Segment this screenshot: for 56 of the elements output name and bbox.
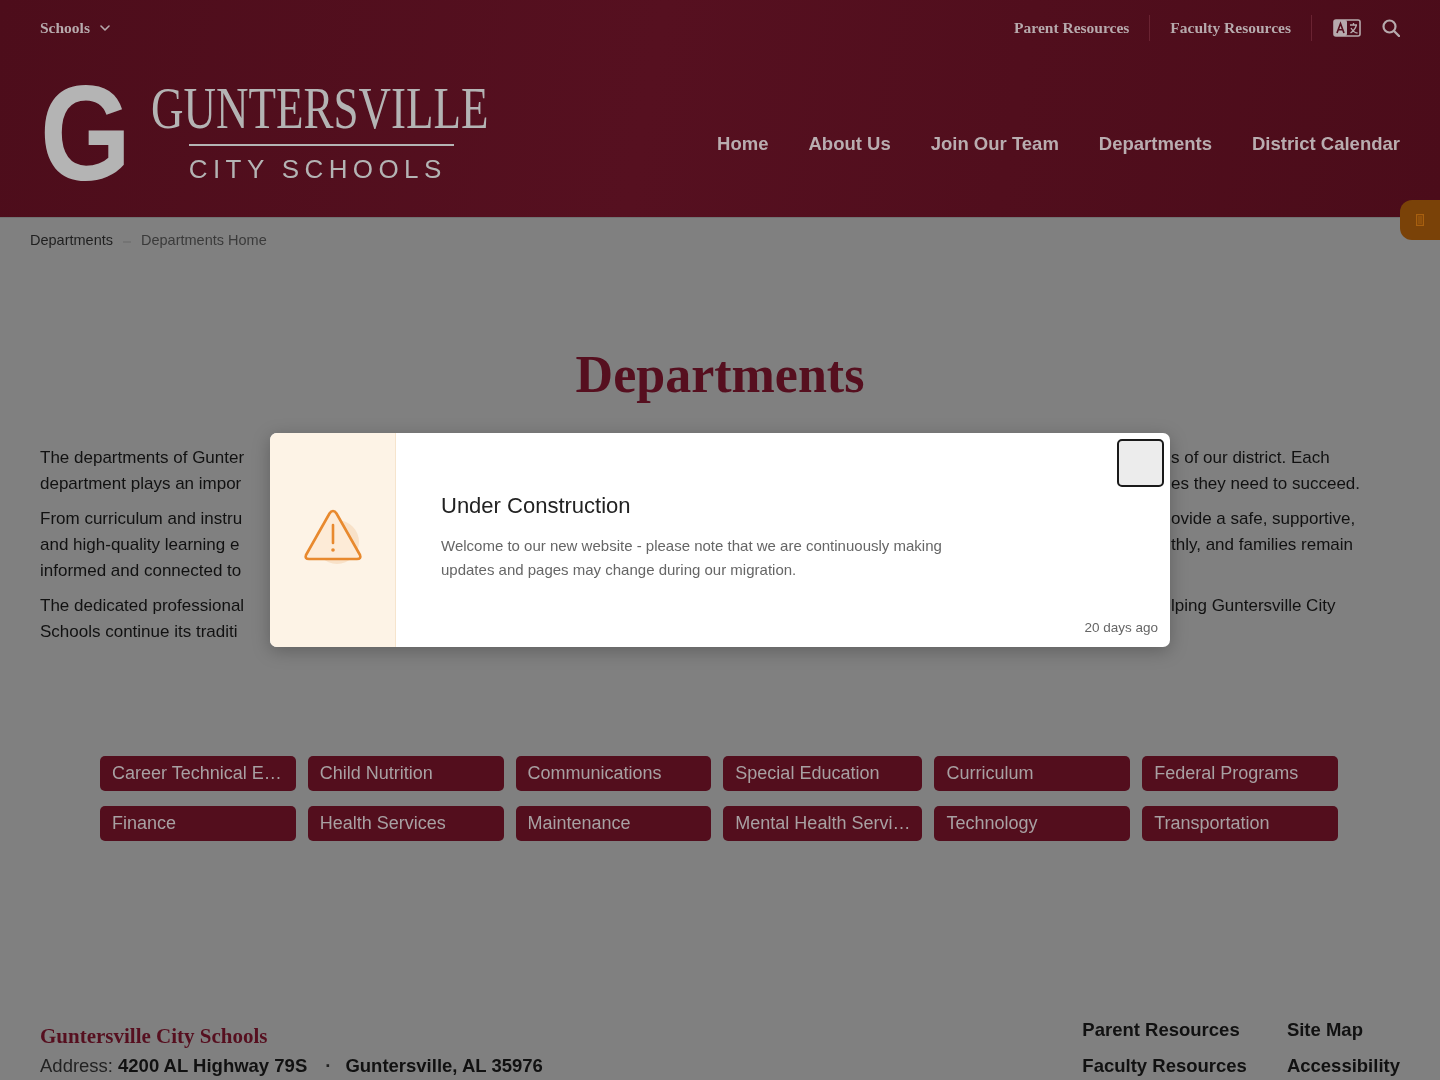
department-button[interactable]: Maintenance [515,806,712,841]
paragraph-text: From curriculum and instru [40,508,243,530]
address-street: 4200 AL Highway 79S [118,1054,308,1078]
footer-link[interactable]: Faculty Resources [1082,1053,1247,1079]
department-button[interactable]: Federal Programs [1142,756,1338,791]
breadcrumb-current: Departments Home [141,231,267,248]
paragraph-text: Schools continue its traditi [40,621,238,643]
department-button[interactable]: Technology [934,806,1131,841]
search-icon[interactable] [1382,18,1400,37]
department-button[interactable]: Finance [100,806,296,841]
close-button[interactable] [1117,439,1164,487]
nav-link[interactable]: Join Our Team [930,133,1059,155]
department-button[interactable]: Health Services [307,806,504,841]
department-button[interactable]: Curriculum [934,756,1131,791]
department-button[interactable]: Mental Health Servi… [723,806,923,841]
chevron-down-icon [99,24,110,31]
department-button[interactable]: Transportation [1142,806,1338,841]
utility-link[interactable]: Parent Resources [1014,18,1130,37]
dialog-message: Welcome to our new website - please note that we are continuously making updates and pages may change during our migration. [441,536,943,580]
schools-menu[interactable]: Schools [40,18,110,37]
rectangle-icon [1416,214,1424,226]
paragraph-text: The dedicated professional [40,595,245,617]
dialog-title: Under Construction [441,492,631,520]
footer-school-name: Guntersville City Schools [40,1023,268,1049]
warning-icon [301,507,364,565]
footer-link[interactable]: Parent Resources [1082,1017,1247,1043]
logo-letter[interactable]: G [40,81,128,185]
department-button[interactable]: Child Nutrition [307,756,504,791]
footer-link[interactable]: Accessibility [1286,1053,1400,1079]
nav-link[interactable]: District Calendar [1251,133,1400,155]
paragraph-text: department plays an impor [40,473,242,495]
dialog-timestamp: 20 days ago [1084,619,1158,637]
department-button[interactable]: Career Technical E… [100,756,296,791]
address-separator: · [325,1054,332,1078]
logo-subtitle[interactable]: CITY SCHOOLS [188,154,447,184]
paragraph-text: es they need to succeed. [1171,473,1361,495]
utility-link[interactable]: Faculty Resources [1170,18,1291,37]
paragraph-text: lping Guntersville City [1171,595,1336,617]
logo-title[interactable]: GUNTERSVILLE [150,82,489,134]
nav-link[interactable]: About Us [808,133,891,155]
address-city: Guntersville, AL 35976 [345,1054,543,1078]
department-button[interactable]: Special Education [723,756,923,791]
paragraph-text: ovide a safe, supportive, [1171,508,1356,530]
translate-icon[interactable] [1333,18,1361,37]
paragraph-text: thly, and families remain [1171,534,1354,556]
address-label: Address: [40,1054,113,1078]
footer-link[interactable]: Site Map [1286,1017,1400,1043]
breadcrumb-link[interactable]: Departments [30,231,113,248]
paragraph-text: The departments of Gunter [40,447,245,469]
paragraph-text: s of our district. Each [1171,447,1330,469]
page-title: Departments [575,345,865,405]
department-button[interactable]: Communications [515,756,712,791]
paragraph-text: informed and connected to [40,560,242,582]
nav-link[interactable]: Departments [1098,133,1212,155]
nav-link[interactable]: Home [717,133,769,155]
paragraph-text: and high-quality learning e [40,534,240,556]
